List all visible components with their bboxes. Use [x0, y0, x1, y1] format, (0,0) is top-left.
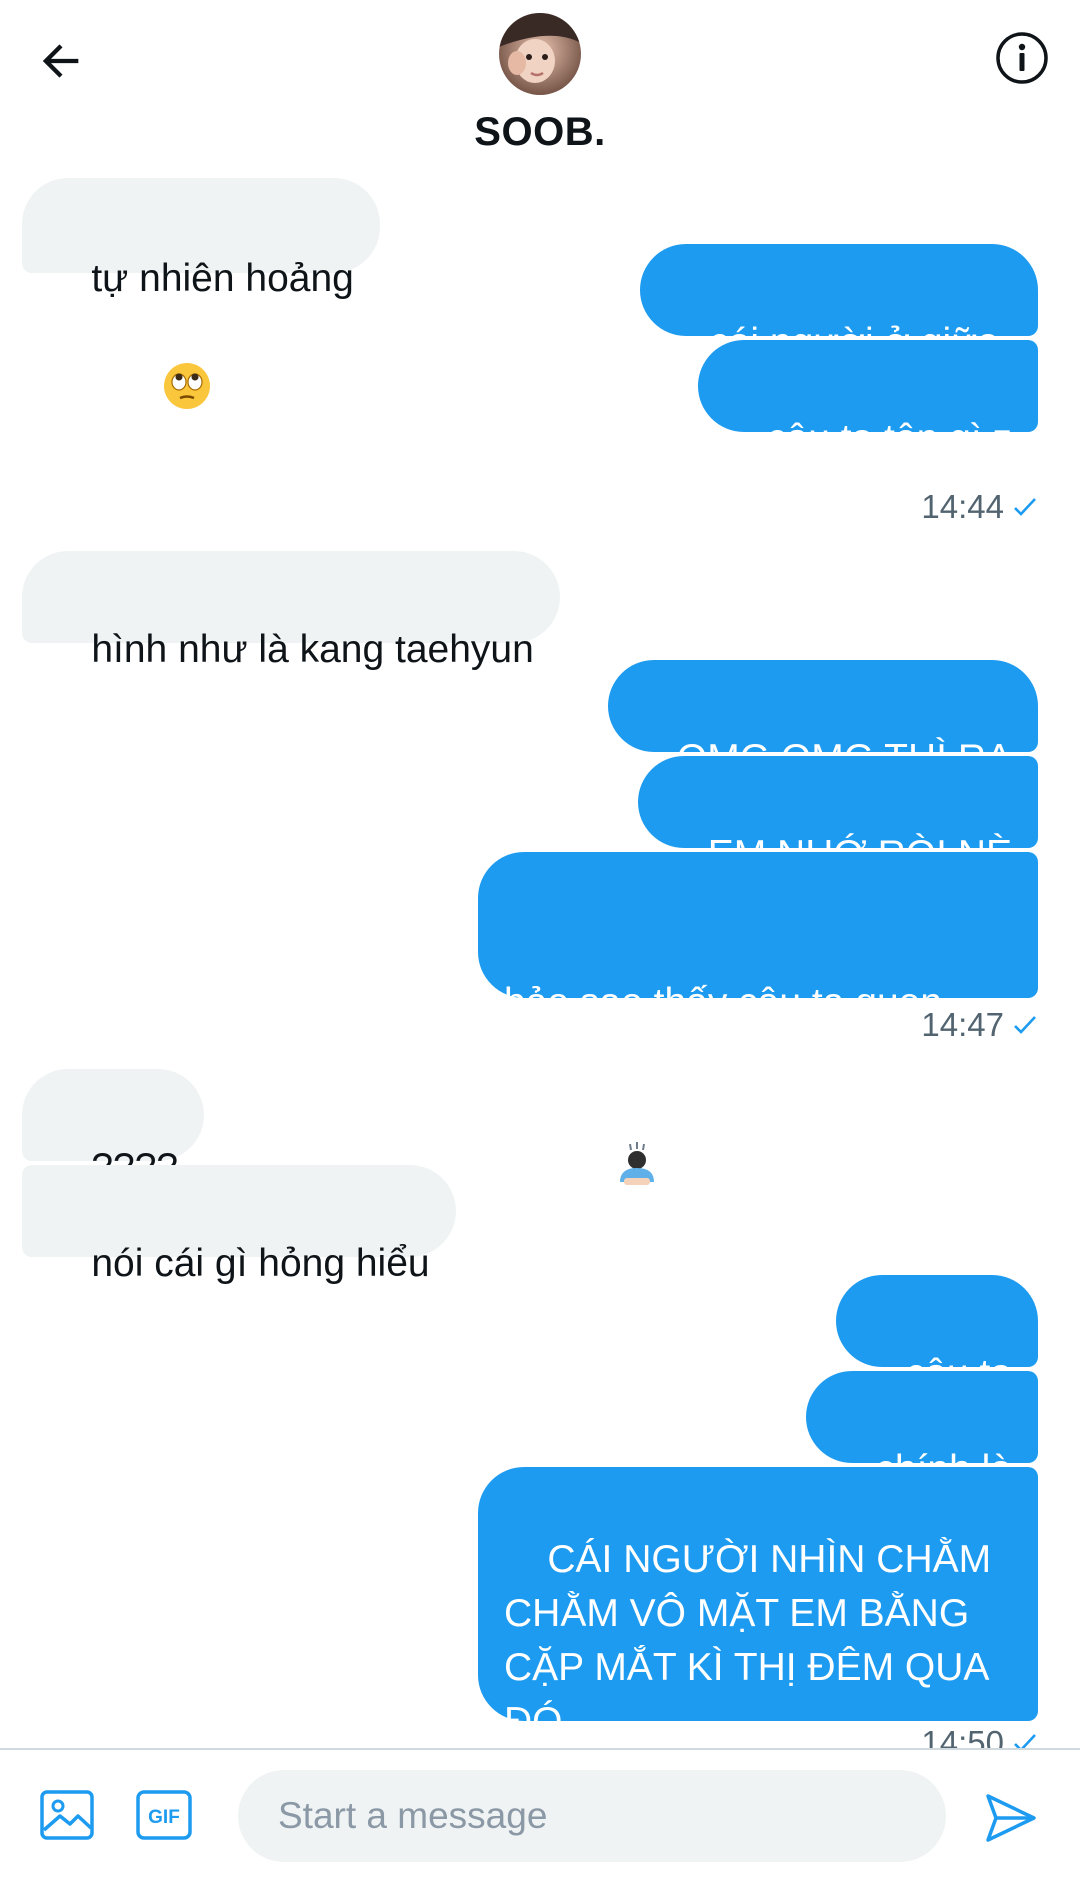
eye-roll-emoji [91, 306, 212, 468]
info-icon [996, 32, 1048, 84]
message-thread[interactable]: tự nhiên hoảng cái người ở giữa- cậu ta … [0, 172, 1080, 1748]
add-image-button[interactable] [38, 1786, 96, 1844]
message-bubble-out[interactable]: cái người ở giữa- [639, 244, 1038, 364]
message-bubble-in[interactable]: hình như là kang taehyun [22, 551, 560, 671]
send-button[interactable] [982, 1790, 1038, 1846]
add-gif-button[interactable]: GIF [135, 1786, 193, 1844]
conversation-header: SOOB. [0, 0, 1080, 172]
send-icon [986, 1794, 1036, 1842]
message-text: hình như là kang taehyun [91, 628, 534, 671]
message-timestamp: 14:47 [921, 1006, 1038, 1044]
timestamp-text: 14:44 [921, 488, 1004, 525]
message-timestamp: 14:50 [921, 1724, 1038, 1748]
avatar[interactable] [499, 13, 581, 95]
message-bubble-out[interactable]: CÁI NGƯỜI NHÌN CHẰM CHẰM VÔ MẶT EM BẰNG … [478, 1467, 1038, 1743]
message-bubble-in[interactable]: ???? [22, 1069, 205, 1189]
timestamp-text: 14:47 [921, 1006, 1004, 1043]
message-bubble-out[interactable]: chính là [806, 1371, 1038, 1491]
bowing-man-emoji [547, 1084, 662, 1257]
message-text: tự nhiên hoảng [91, 257, 354, 300]
message-composer: GIF [0, 1748, 1080, 1884]
message-text: cậu ta tên gì z [767, 417, 1012, 460]
gif-label: GIF [148, 1807, 180, 1828]
message-bubble-out[interactable]: bảo sao thấy cậu ta quen [478, 852, 1038, 1185]
sent-check-icon [1014, 1016, 1036, 1034]
message-input[interactable] [238, 1770, 946, 1862]
info-button[interactable] [992, 28, 1052, 88]
message-text: nói cái gì hỏng hiểu [91, 1242, 430, 1285]
message-bubble-in[interactable]: nói cái gì hỏng hiểu [22, 1165, 456, 1285]
message-bubble-out[interactable]: EM NHỚ RÒI NÈ [638, 756, 1038, 876]
message-bubble-out[interactable]: OMG OMG THÌ RA [607, 660, 1038, 780]
arrow-left-icon [42, 44, 79, 78]
message-bubble-out[interactable]: cậu ta tên gì z [697, 340, 1038, 460]
sent-check-icon [1014, 1734, 1036, 1748]
message-timestamp: 14:44 [921, 488, 1038, 526]
timestamp-text: 14:50 [921, 1724, 1004, 1748]
avatar-image [499, 13, 581, 95]
message-bubble-out[interactable]: cậu ta [836, 1275, 1038, 1395]
message-bubble-in[interactable]: tự nhiên hoảng [22, 178, 380, 409]
image-icon [40, 1790, 94, 1840]
conversation-title[interactable]: SOOB. [0, 110, 1080, 155]
back-button[interactable] [30, 30, 92, 92]
message-text: CÁI NGƯỜI NHÌN CHẰM CHẰM VÔ MẶT EM BẰNG … [504, 1538, 1002, 1743]
sent-check-icon [1014, 498, 1036, 516]
gif-icon: GIF [136, 1790, 192, 1840]
